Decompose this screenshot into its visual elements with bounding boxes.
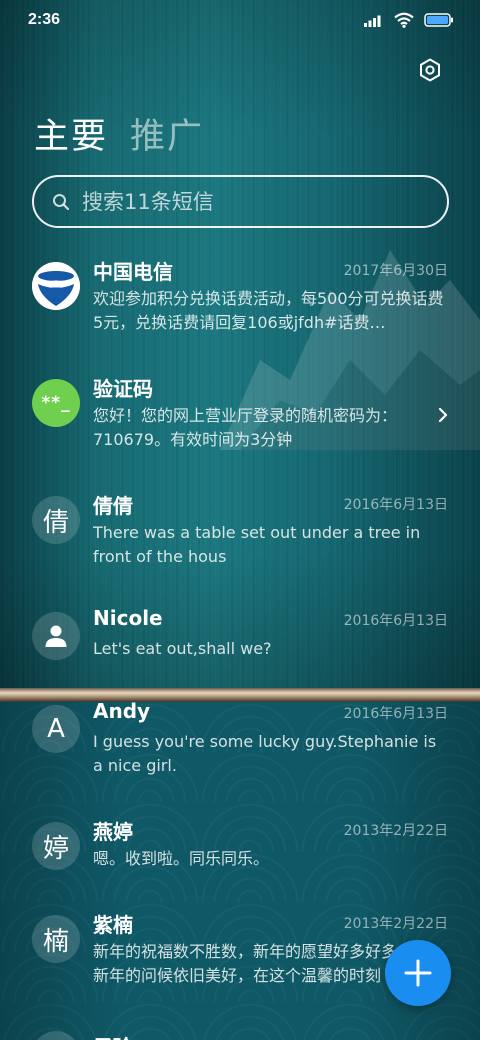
message-item-ziling[interactable]: 子玲 [0,1031,480,1040]
message-preview: Let's eat out,shall we? [93,639,272,658]
telecom-logo-icon [32,262,80,310]
message-date: 2013年2月22日 [343,916,448,932]
contact-name: 子玲 [93,1031,133,1040]
plus-icon [404,959,432,987]
tab-primary[interactable]: 主要 [34,108,108,159]
message-item-verification[interactable]: **_ 验证码 您好！您的网上营业厅登录的随机密码为：710679。有效时间为3… [0,377,480,489]
avatar: A [32,705,80,753]
contact-name: 中国电信 [93,260,173,284]
status-icons [364,12,454,28]
avatar [32,262,80,310]
avatar: 倩 [32,496,80,544]
signal-icon [364,15,381,27]
message-preview: 新年的祝福数不胜数，新年的愿望好多好多，新年的问候依旧美好，在这个温馨的时刻 [93,942,414,985]
person-icon [45,625,67,647]
message-preview: 嗯。收到啦。同乐同乐。 [93,849,270,868]
message-item-qianqian[interactable]: 倩 倩倩 2016年6月13日 There was a table set ou… [0,494,480,606]
gear-icon [420,58,440,82]
message-item-andy[interactable]: A Andy 2016年6月13日 I guess you're some lu… [0,699,480,815]
chevron-right-icon[interactable] [436,405,450,425]
contact-name: 倩倩 [93,494,133,518]
contact-name: Andy [93,699,151,723]
avatar [32,1031,80,1040]
message-date: 2016年6月13日 [343,613,448,629]
search-icon [52,193,70,211]
tab-bar: 主要 推广 [34,108,204,159]
message-preview: There was a table set out under a tree i… [93,523,421,566]
contact-name: 验证码 [93,377,153,401]
search-input[interactable] [82,189,402,214]
status-time: 2:36 [28,11,61,28]
avatar [32,612,80,660]
message-item-china-telecom[interactable]: 中国电信 2017年6月30日 欢迎参加积分兑换话费活动，每500分可兑换话费5… [0,260,480,372]
wifi-icon [394,12,414,28]
avatar: 婷 [32,822,80,870]
message-preview: 您好！您的网上营业厅登录的随机密码为：710679。有效时间为3分钟 [93,406,398,449]
message-preview: 欢迎参加积分兑换话费活动，每500分可兑换话费5元，兑换话费请回复106或jfd… [93,289,444,332]
status-bar: 2:36 [0,0,480,40]
new-message-button[interactable] [385,940,451,1006]
settings-button[interactable] [414,54,446,86]
tab-promotions[interactable]: 推广 [130,108,204,159]
search-bar[interactable] [32,175,449,228]
contact-name: Nicole [93,606,163,630]
avatar: 楠 [32,915,80,963]
message-date: 2016年6月13日 [343,497,448,513]
message-date: 2017年6月30日 [343,263,448,279]
avatar-letter: A [47,714,65,744]
contact-name: 紫楠 [93,913,133,937]
message-preview: I guess you're some lucky guy.Stephanie … [93,732,437,775]
avatar-letter: 婷 [42,833,69,864]
message-date: 2013年2月22日 [343,823,448,839]
avatar-letter: 楠 [42,926,69,957]
code-avatar-text: **_ [41,393,71,413]
message-date: 2016年6月13日 [343,706,448,722]
avatar-letter: 倩 [42,507,69,538]
avatar: **_ [32,379,80,427]
contact-name: 燕婷 [93,820,133,844]
battery-icon [424,13,453,27]
